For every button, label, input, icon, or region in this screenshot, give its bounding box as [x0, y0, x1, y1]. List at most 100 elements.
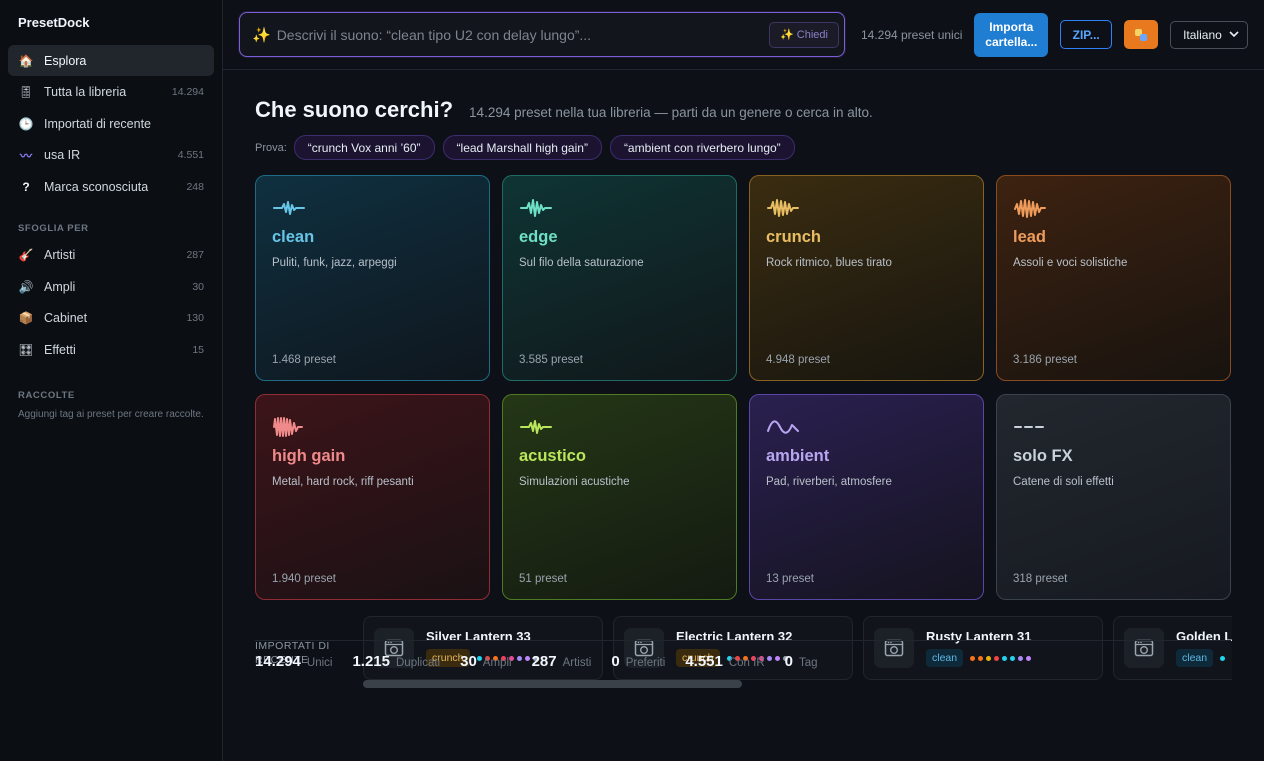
suggestion-chip[interactable]: “lead Marshall high gain”	[442, 135, 602, 160]
stat-value: 0	[784, 653, 793, 670]
sidebar-item-label: Importati di recente	[44, 116, 151, 131]
home-icon: 🏠	[18, 53, 34, 68]
genre-name: high gain	[272, 447, 346, 465]
ask-button[interactable]: ✨ Chiedi	[769, 21, 839, 48]
theme-toggle-button[interactable]	[1124, 20, 1159, 49]
horizontal-scrollbar[interactable]	[363, 680, 742, 688]
stat-value: 287	[531, 653, 557, 670]
effects-icon: 🎛	[18, 342, 34, 357]
genre-wave	[519, 415, 720, 439]
genre-preset-count: 1.940 preset	[272, 573, 336, 585]
stat-value: 0	[611, 653, 620, 670]
collections-section-title: RACCOLTE	[18, 389, 75, 401]
sparkles-icon: ✨	[252, 26, 271, 44]
zip-import-button[interactable]: ZIP...	[1060, 20, 1113, 49]
sidebar-item-count: 4.551	[177, 149, 204, 161]
genre-description: Pad, riverberi, atmosfere	[766, 476, 892, 488]
genre-preset-count: 3.186 preset	[1013, 354, 1077, 366]
genre-name: clean	[272, 228, 315, 246]
genre-card-high-gain[interactable]: high gain Metal, hard rock, riff pesanti 1…	[255, 394, 490, 600]
sidebar-item-effetti[interactable]: 🎛 Effetti 15	[8, 334, 214, 365]
genre-card-ambient[interactable]: ambient Pad, riverberi, atmosfere 13 prese…	[749, 394, 984, 600]
genre-card-clean[interactable]: clean Puliti, funk, jazz, arpeggi 1.468 pr…	[255, 175, 490, 381]
genre-description: Assoli e voci solistiche	[1013, 257, 1128, 269]
app-brand: PresetDock	[18, 15, 90, 30]
wave-icon: 〰	[19, 148, 32, 163]
stat-value: 14.294	[255, 653, 301, 670]
sidebar: PresetDock 🏠 Esplora 🎚 Tutta la libreria 14.…	[0, 0, 223, 761]
genre-description: Metal, hard rock, riff pesanti	[272, 476, 414, 488]
sidebar-item-label: Marca sconosciuta	[44, 179, 149, 194]
page-subtitle: 14.294 preset nella tua libreria — parti…	[469, 105, 873, 120]
genre-description: Simulazioni acustiche	[519, 476, 630, 488]
suggestion-chip[interactable]: “crunch Vox anni ’60”	[293, 135, 435, 160]
collections-note: Aggiungi tag ai preset per creare raccol…	[18, 408, 204, 420]
waveform-icon	[520, 199, 552, 217]
stat-label: Unici	[306, 657, 333, 669]
waveform-icon	[767, 199, 799, 217]
import-folder-button[interactable]: Importa cartella...	[974, 12, 1049, 57]
suggestion-chip[interactable]: “ambient con riverbero lungo”	[609, 135, 795, 160]
stat-unici: 14.294 Unici	[255, 653, 332, 670]
genre-card-acustico[interactable]: acustico Simulazioni acustiche 51 preset	[502, 394, 737, 600]
stat-value: 1.215	[352, 653, 390, 670]
waveform-icon	[1014, 199, 1046, 218]
genre-description: Catene di soli effetti	[1013, 476, 1114, 488]
stat-artisti: 287 Artisti	[532, 653, 592, 670]
stat-preferiti: 0 Preferiti	[611, 653, 665, 670]
topbar: ✨ ✨ Chiedi 14.294 preset unici Importa c…	[223, 0, 1264, 70]
page-title: Che suono cerchi?	[255, 97, 454, 122]
sidebar-item-count: 287	[186, 249, 204, 261]
genre-wave	[1013, 196, 1214, 220]
waveform-icon	[273, 201, 305, 215]
sidebar-item-count: 248	[186, 180, 204, 193]
browse-nav: 🎸 Artisti 287 🔊 Ampli 30 📦 Cabinet 130 🎛 Effetti 15	[8, 240, 214, 366]
genre-card-edge[interactable]: edge Sul filo della saturazione 3.585 pres…	[502, 175, 737, 381]
sidebar-item-artisti[interactable]: 🎸 Artisti 287	[8, 240, 214, 271]
sidebar-item-count: 30	[192, 280, 204, 293]
sidebar-item-count: 15	[192, 343, 204, 356]
theme-icon	[1135, 28, 1148, 41]
genre-card-lead[interactable]: lead Assoli e voci solistiche 3.186 preset	[996, 175, 1231, 381]
main-nav: 🏠 Esplora 🎚 Tutta la libreria 14.294 🕒 Importa…	[8, 45, 214, 202]
stat-label: Ampli	[482, 657, 512, 669]
sidebar-item-marca-sconosciuta[interactable]: ? Marca sconosciuta 248	[8, 171, 214, 202]
sidebar-item-count: 14.294	[171, 86, 204, 98]
stat-value: 30	[460, 653, 477, 670]
stat-ampli: 30 Ampli	[460, 653, 511, 670]
clock-icon: 🕒	[18, 116, 34, 131]
language-select[interactable]: Italiano	[1170, 20, 1248, 49]
search-input[interactable]	[276, 26, 770, 43]
sidebar-item-usa-ir[interactable]: 〰 usa IR 4.551	[8, 140, 214, 171]
genre-description: Rock ritmico, blues tirato	[766, 257, 892, 269]
waveform-icon	[767, 420, 799, 434]
sidebar-item-ampli[interactable]: 🔊 Ampli 30	[8, 271, 214, 302]
genre-name: crunch	[766, 228, 822, 246]
sidebar-item-importati-di-recente[interactable]: 🕒 Importati di recente	[8, 108, 214, 139]
sidebar-item-label: Artisti	[44, 248, 76, 262]
chevron-down-icon	[1229, 31, 1239, 38]
genre-card-crunch[interactable]: crunch Rock ritmico, blues tirato 4.948 pr…	[749, 175, 984, 381]
genre-name: edge	[519, 228, 558, 246]
genre-card-solo-fx[interactable]: solo FX Catene di soli effetti 318 preset	[996, 394, 1231, 600]
cabinet-icon: 📦	[18, 311, 34, 325]
question-icon: ?	[22, 179, 30, 194]
sidebar-item-cabinet[interactable]: 📦 Cabinet 130	[8, 303, 214, 334]
genre-grid: clean Puliti, funk, jazz, arpeggi 1.468 pr…	[255, 175, 1232, 600]
genre-name: lead	[1013, 228, 1047, 246]
stat-label: Con IR	[728, 657, 765, 669]
sidebar-item-esplora[interactable]: 🏠 Esplora	[8, 45, 214, 76]
genre-wave	[766, 415, 967, 439]
sidebar-item-label: Ampli	[44, 279, 76, 294]
genre-description: Puliti, funk, jazz, arpeggi	[272, 257, 397, 269]
genre-wave	[519, 196, 720, 220]
genre-preset-count: 318 preset	[1013, 573, 1068, 585]
stat-label: Tag	[799, 657, 818, 669]
search-box: ✨ ✨ Chiedi	[239, 12, 845, 57]
genre-description: Sul filo della saturazione	[519, 257, 644, 269]
browse-section-title: SFOGLIA PER	[18, 222, 89, 234]
sidebar-item-tutta-la-libreria[interactable]: 🎚 Tutta la libreria 14.294	[8, 77, 214, 108]
sidebar-item-label: Effetti	[44, 342, 76, 357]
stat-label: Artisti	[562, 657, 592, 669]
library-icon: 🎚	[18, 85, 34, 99]
